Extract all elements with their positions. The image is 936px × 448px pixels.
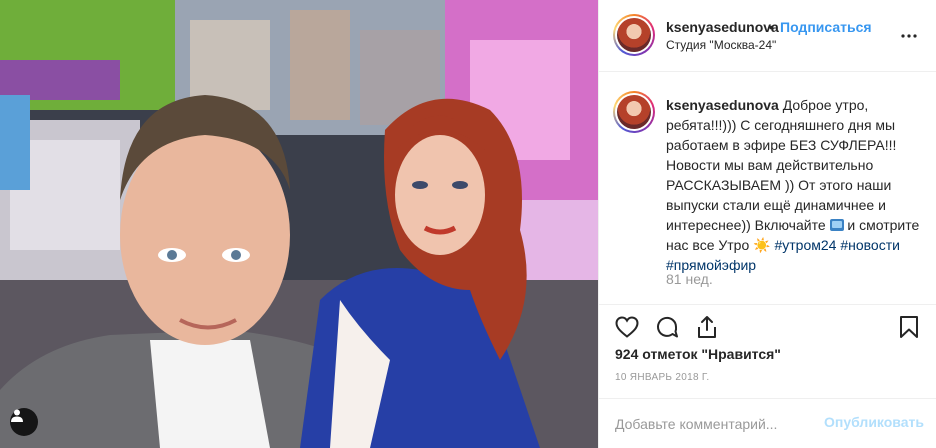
hashtag-link[interactable]: #новости	[840, 237, 900, 253]
share-button[interactable]	[693, 313, 721, 341]
comment-icon	[657, 316, 678, 338]
post-photo-illustration	[0, 0, 598, 448]
post-date[interactable]: 10 ЯНВАРЬ 2018 Г.	[615, 372, 709, 383]
likes-count[interactable]: 924 отметок "Нравится"	[615, 346, 781, 362]
caption-body-part-1: Доброе утро, ребята!!!))) С сегодняшнего…	[666, 97, 897, 233]
publish-button[interactable]: Опубликовать	[824, 414, 924, 430]
like-button[interactable]	[613, 313, 641, 341]
post-caption: ksenyasedunova Доброе утро, ребята!!!)))…	[599, 73, 936, 303]
header-separator: •	[769, 19, 774, 35]
hashtag-link[interactable]: #утром24	[774, 237, 836, 253]
action-bar	[599, 304, 936, 348]
location-link[interactable]: Студия "Москва-24"	[666, 38, 776, 52]
caption-username-link[interactable]: ksenyasedunova	[666, 97, 779, 113]
more-horizontal-icon	[901, 34, 917, 38]
bookmark-icon	[900, 316, 918, 338]
comment-section: Опубликовать	[599, 398, 936, 448]
user-tag-icon	[11, 409, 23, 422]
share-icon	[698, 316, 716, 338]
user-tag-button[interactable]	[10, 408, 38, 436]
comment-button[interactable]	[653, 313, 681, 341]
save-button[interactable]	[895, 313, 923, 341]
caption-text: ksenyasedunova Доброе утро, ребята!!!)))…	[666, 95, 924, 275]
more-options-button[interactable]	[899, 26, 919, 46]
follow-button[interactable]: Подписаться	[780, 19, 872, 35]
post-image[interactable]	[0, 0, 598, 448]
post-details-panel: ksenyasedunova • Подписаться Студия "Мос…	[598, 0, 936, 448]
header-avatar[interactable]	[613, 14, 655, 56]
heart-icon	[615, 316, 639, 338]
header-username-link[interactable]: ksenyasedunova	[666, 19, 779, 35]
sun-emoji-icon: ☀️	[753, 237, 771, 253]
caption-timestamp[interactable]: 81 нед.	[666, 271, 713, 287]
tv-emoji-icon	[829, 219, 844, 231]
post-header: ksenyasedunova • Подписаться Студия "Мос…	[599, 0, 936, 72]
caption-avatar[interactable]	[613, 91, 655, 133]
comment-input[interactable]	[615, 413, 835, 435]
